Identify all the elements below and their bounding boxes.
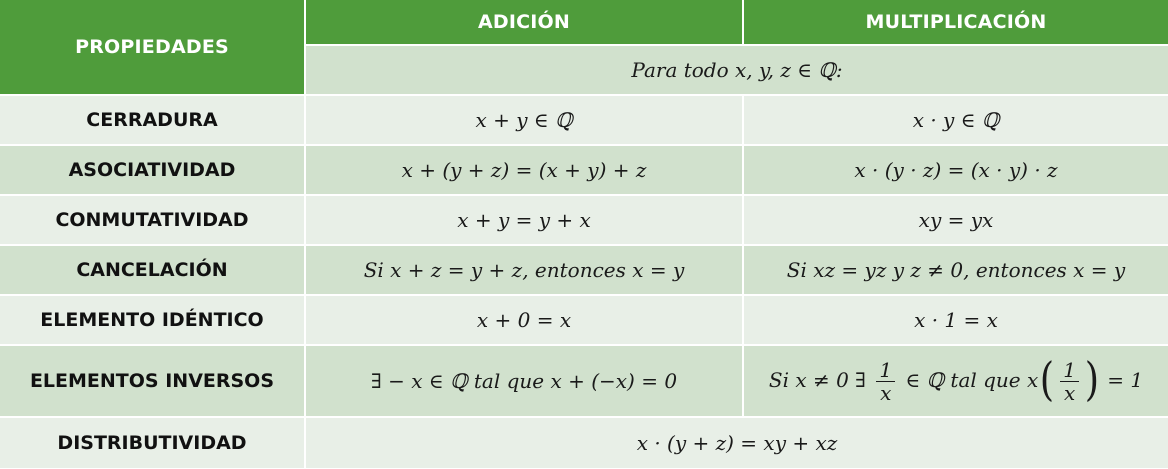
parenthesized-fraction: (1 x) <box>1038 352 1101 406</box>
multiplication-formula: xy = yx <box>744 196 1168 246</box>
fraction-numerator: 1 <box>1060 359 1079 382</box>
inverse-suffix: = 1 <box>1107 367 1144 392</box>
table-row: ELEMENTOS INVERSOS ∃ − x ∈ ℚ tal que x +… <box>0 346 1168 418</box>
property-name: DISTRIBUTIVIDAD <box>0 418 306 468</box>
inverse-prefix: Si x ≠ 0 ∃ <box>768 367 867 392</box>
addition-formula: x + 0 = x <box>306 296 744 346</box>
header-row: PROPIEDADES ADICIÓN MULTIPLICACIÓN <box>0 0 1168 96</box>
header-addition: ADICIÓN <box>306 0 744 46</box>
table-row: CANCELACIÓN Si x + z = y + z, entonces x… <box>0 246 1168 296</box>
fraction-denominator: x <box>1063 380 1076 405</box>
fraction-one-over-x: 1x <box>1060 359 1079 404</box>
property-name: ASOCIATIVIDAD <box>0 146 306 196</box>
fraction-denominator: x <box>880 380 892 405</box>
header-multiplication: MULTIPLICACIÓN <box>744 0 1168 46</box>
multiplication-formula: Si x ≠ 0 ∃ 1 x ∈ ℚ tal que x(1 x) = 1 <box>744 346 1168 418</box>
addition-formula: x + y = y + x <box>306 196 744 246</box>
fraction-numerator: 1 <box>876 359 896 382</box>
table-row: ELEMENTO IDÉNTICO x + 0 = x x · 1 = x <box>0 296 1168 346</box>
property-name: CANCELACIÓN <box>0 246 306 296</box>
property-name: ELEMENTOS INVERSOS <box>0 346 306 418</box>
multiplication-formula: x · y ∈ ℚ <box>744 96 1168 146</box>
table-row: ASOCIATIVIDAD x + (y + z) = (x + y) + z … <box>0 146 1168 196</box>
header-properties: PROPIEDADES <box>0 0 306 96</box>
open-paren: ( <box>1040 352 1055 406</box>
close-paren: ) <box>1084 352 1100 406</box>
addition-formula: x + y ∈ ℚ <box>306 96 744 146</box>
addition-formula: ∃ − x ∈ ℚ tal que x + (−x) = 0 <box>306 346 744 418</box>
for-all-statement: Para todo x, y, z ∈ ℚ: <box>306 46 1168 96</box>
multiplication-formula: x · 1 = x <box>744 296 1168 346</box>
table-row: DISTRIBUTIVIDAD x · (y + z) = xy + xz <box>0 418 1168 468</box>
distributive-formula: x · (y + z) = xy + xz <box>306 418 1168 468</box>
fraction-one-over-x: 1 x <box>876 359 896 405</box>
table-row: CONMUTATIVIDAD x + y = y + x xy = yx <box>0 196 1168 246</box>
inverse-middle: ∈ ℚ tal que x <box>905 367 1039 392</box>
multiplication-formula: Si xz = yz y z ≠ 0, entonces x = y <box>744 246 1168 296</box>
table-row: CERRADURA x + y ∈ ℚ x · y ∈ ℚ <box>0 96 1168 146</box>
addition-formula: x + (y + z) = (x + y) + z <box>306 146 744 196</box>
property-name: CONMUTATIVIDAD <box>0 196 306 246</box>
property-name: ELEMENTO IDÉNTICO <box>0 296 306 346</box>
addition-formula: Si x + z = y + z, entonces x = y <box>306 246 744 296</box>
property-name: CERRADURA <box>0 96 306 146</box>
multiplication-formula: x · (y · z) = (x · y) · z <box>744 146 1168 196</box>
properties-table: PROPIEDADES ADICIÓN MULTIPLICACIÓN Para … <box>0 0 1168 468</box>
